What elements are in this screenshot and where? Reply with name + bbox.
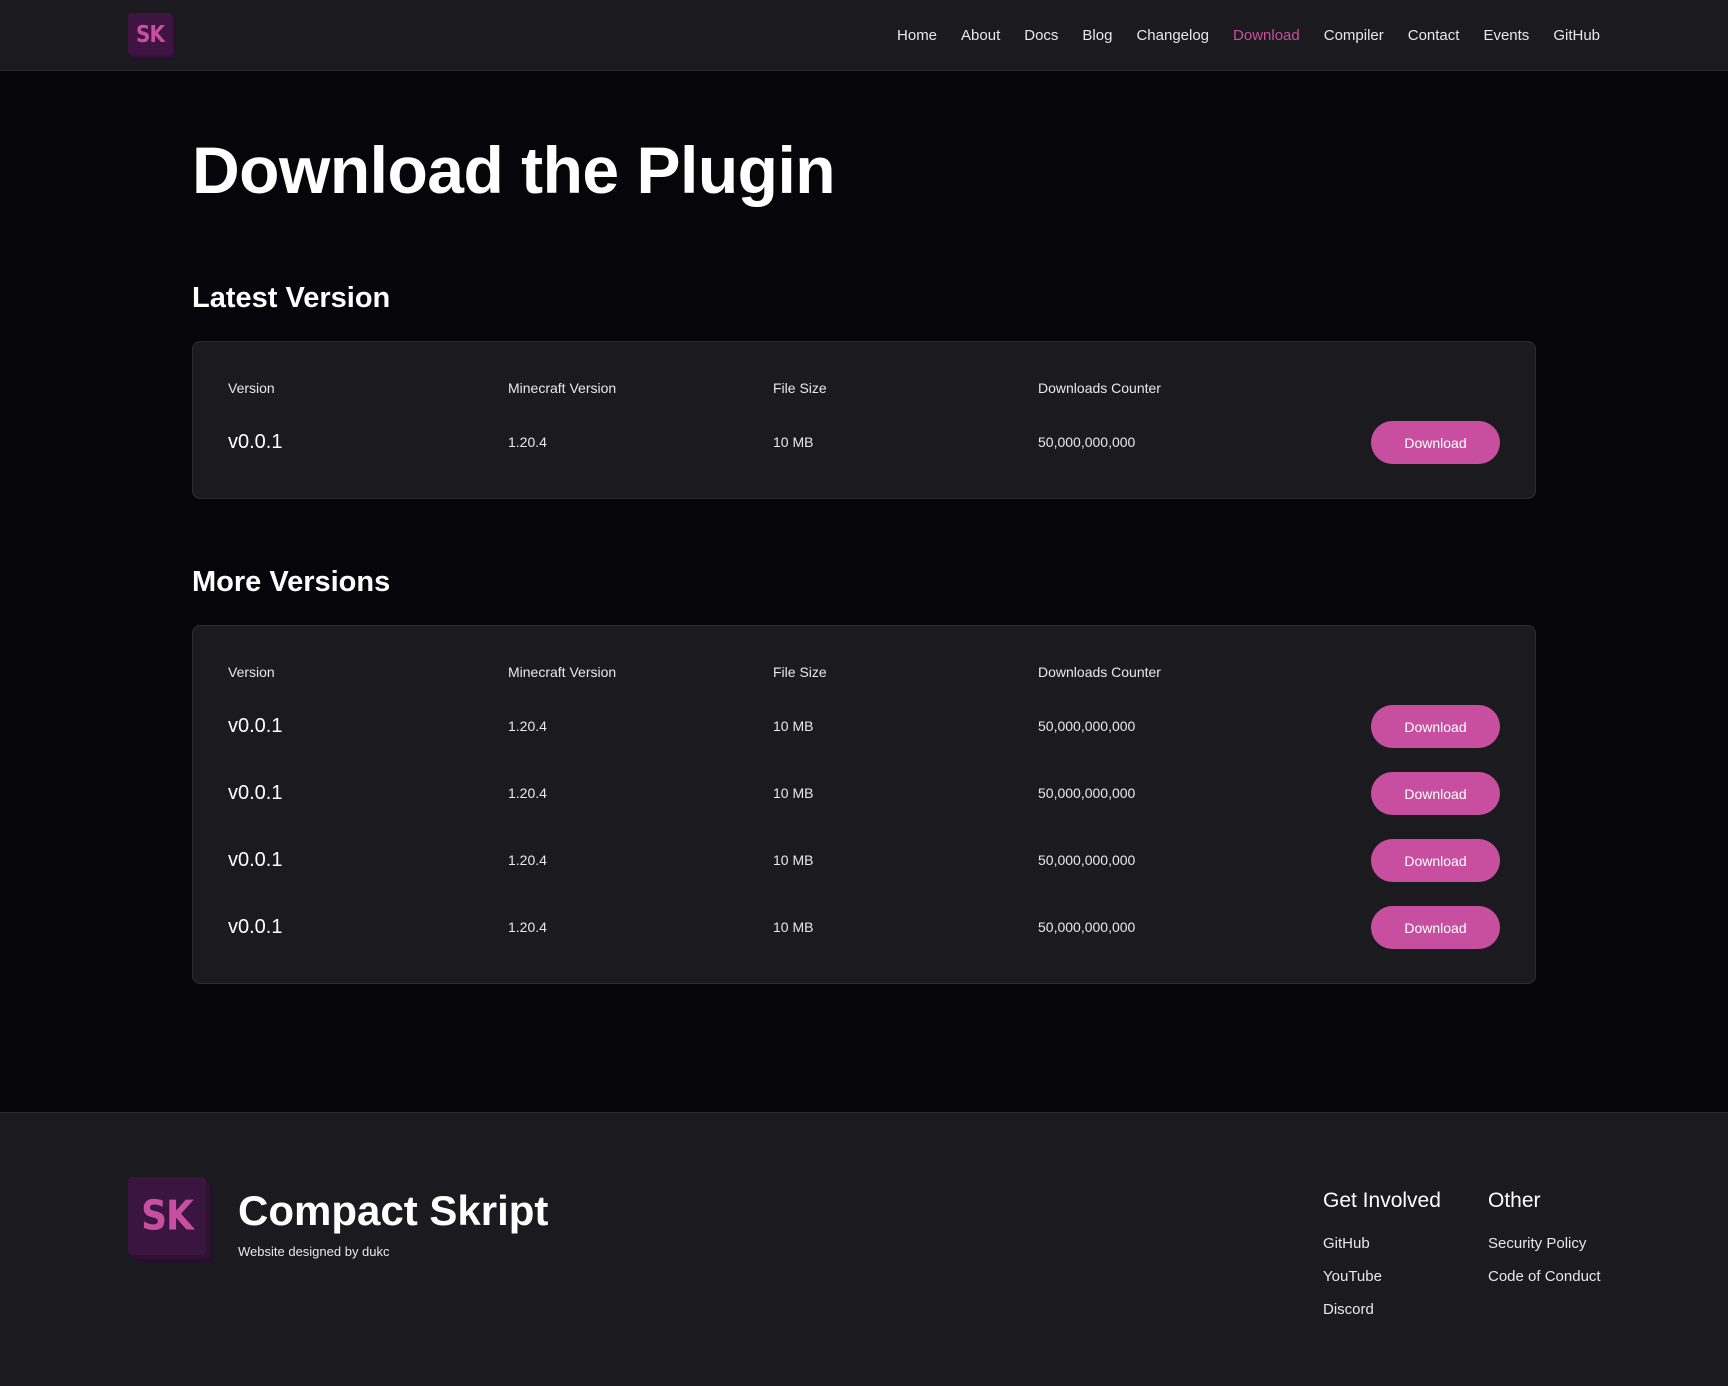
more-versions-heading: More Versions — [192, 566, 391, 598]
download-button[interactable]: Download — [1371, 839, 1500, 882]
site-logo[interactable]: SK — [128, 13, 176, 59]
download-button[interactable]: Download — [1371, 705, 1500, 748]
downloads-counter-cell: 50,000,000,000 — [1038, 852, 1136, 868]
nav-contact[interactable]: Contact — [1408, 27, 1460, 44]
header-minecraft-version: Minecraft Version — [508, 380, 617, 396]
table-row: v0.0.1 1.20.4 10 MB 50,000,000,000 Downl… — [193, 838, 1535, 882]
download-button[interactable]: Download — [1371, 906, 1500, 949]
nav-changelog[interactable]: Changelog — [1136, 27, 1209, 44]
download-button[interactable]: Download — [1371, 772, 1500, 815]
table-row: v0.0.1 1.20.4 10 MB 50,000,000,000 Downl… — [193, 704, 1535, 748]
minecraft-version-cell: 1.20.4 — [508, 852, 547, 868]
table-header-row: Version Minecraft Version File Size Down… — [193, 650, 1535, 694]
nav-docs[interactable]: Docs — [1024, 27, 1058, 44]
version-cell: v0.0.1 — [228, 714, 283, 737]
nav-github[interactable]: GitHub — [1553, 27, 1600, 44]
designer-credit: Website designed by dukc — [238, 1244, 390, 1259]
file-size-cell: 10 MB — [773, 919, 814, 935]
header-version: Version — [228, 664, 275, 680]
table-row: v0.0.1 1.20.4 10 MB 50,000,000,000 Downl… — [193, 771, 1535, 815]
other-heading: Other — [1488, 1189, 1541, 1212]
minecraft-version-cell: 1.20.4 — [508, 434, 547, 450]
footer-logo-text: SK — [141, 1192, 194, 1240]
file-size-cell: 10 MB — [773, 785, 814, 801]
site-footer: SK Compact Skript Website designed by du… — [0, 1112, 1728, 1386]
logo-text: SK — [136, 20, 165, 48]
footer-link-github[interactable]: GitHub — [1323, 1227, 1441, 1260]
download-button[interactable]: Download — [1371, 421, 1500, 464]
nav-home[interactable]: Home — [897, 27, 937, 44]
get-involved-heading: Get Involved — [1323, 1189, 1441, 1212]
header-file-size: File Size — [773, 664, 827, 680]
latest-version-table: Version Minecraft Version File Size Down… — [192, 341, 1536, 499]
footer-logo: SK — [128, 1177, 214, 1263]
footer-get-involved: Get Involved GitHub YouTube Discord — [1323, 1189, 1441, 1326]
table-row: v0.0.1 1.20.4 10 MB 50,000,000,000 Downl… — [193, 905, 1535, 949]
downloads-counter-cell: 50,000,000,000 — [1038, 785, 1136, 801]
nav-about[interactable]: About — [961, 27, 1000, 44]
nav-blog[interactable]: Blog — [1082, 27, 1112, 44]
version-cell: v0.0.1 — [228, 915, 283, 938]
latest-version-heading: Latest Version — [192, 282, 391, 314]
header-downloads-counter: Downloads Counter — [1038, 664, 1161, 680]
table-row: v0.0.1 1.20.4 10 MB 50,000,000,000 Downl… — [193, 420, 1535, 464]
footer-link-discord[interactable]: Discord — [1323, 1293, 1441, 1326]
nav-events[interactable]: Events — [1483, 27, 1529, 44]
version-cell: v0.0.1 — [228, 781, 283, 804]
nav-download[interactable]: Download — [1233, 27, 1300, 44]
footer-other: Other Security Policy Code of Conduct — [1488, 1189, 1601, 1293]
brand-name: Compact Skript — [238, 1187, 549, 1234]
more-versions-table: Version Minecraft Version File Size Down… — [192, 625, 1536, 984]
minecraft-version-cell: 1.20.4 — [508, 785, 547, 801]
nav-compiler[interactable]: Compiler — [1324, 27, 1384, 44]
downloads-counter-cell: 50,000,000,000 — [1038, 718, 1136, 734]
file-size-cell: 10 MB — [773, 434, 814, 450]
page-title: Download the Plugin — [192, 133, 836, 207]
header-minecraft-version: Minecraft Version — [508, 664, 617, 680]
version-cell: v0.0.1 — [228, 848, 283, 871]
footer-link-security-policy[interactable]: Security Policy — [1488, 1227, 1601, 1260]
minecraft-version-cell: 1.20.4 — [508, 919, 547, 935]
file-size-cell: 10 MB — [773, 852, 814, 868]
header-file-size: File Size — [773, 380, 827, 396]
table-header-row: Version Minecraft Version File Size Down… — [193, 366, 1535, 410]
header-downloads-counter: Downloads Counter — [1038, 380, 1161, 396]
downloads-counter-cell: 50,000,000,000 — [1038, 434, 1136, 450]
main-nav: Home About Docs Blog Changelog Download … — [897, 0, 1600, 71]
footer-link-code-of-conduct[interactable]: Code of Conduct — [1488, 1260, 1601, 1293]
minecraft-version-cell: 1.20.4 — [508, 718, 547, 734]
version-cell: v0.0.1 — [228, 430, 283, 453]
downloads-counter-cell: 50,000,000,000 — [1038, 919, 1136, 935]
file-size-cell: 10 MB — [773, 718, 814, 734]
header-version: Version — [228, 380, 275, 396]
footer-link-youtube[interactable]: YouTube — [1323, 1260, 1441, 1293]
site-header: SK Home About Docs Blog Changelog Downlo… — [0, 0, 1728, 71]
